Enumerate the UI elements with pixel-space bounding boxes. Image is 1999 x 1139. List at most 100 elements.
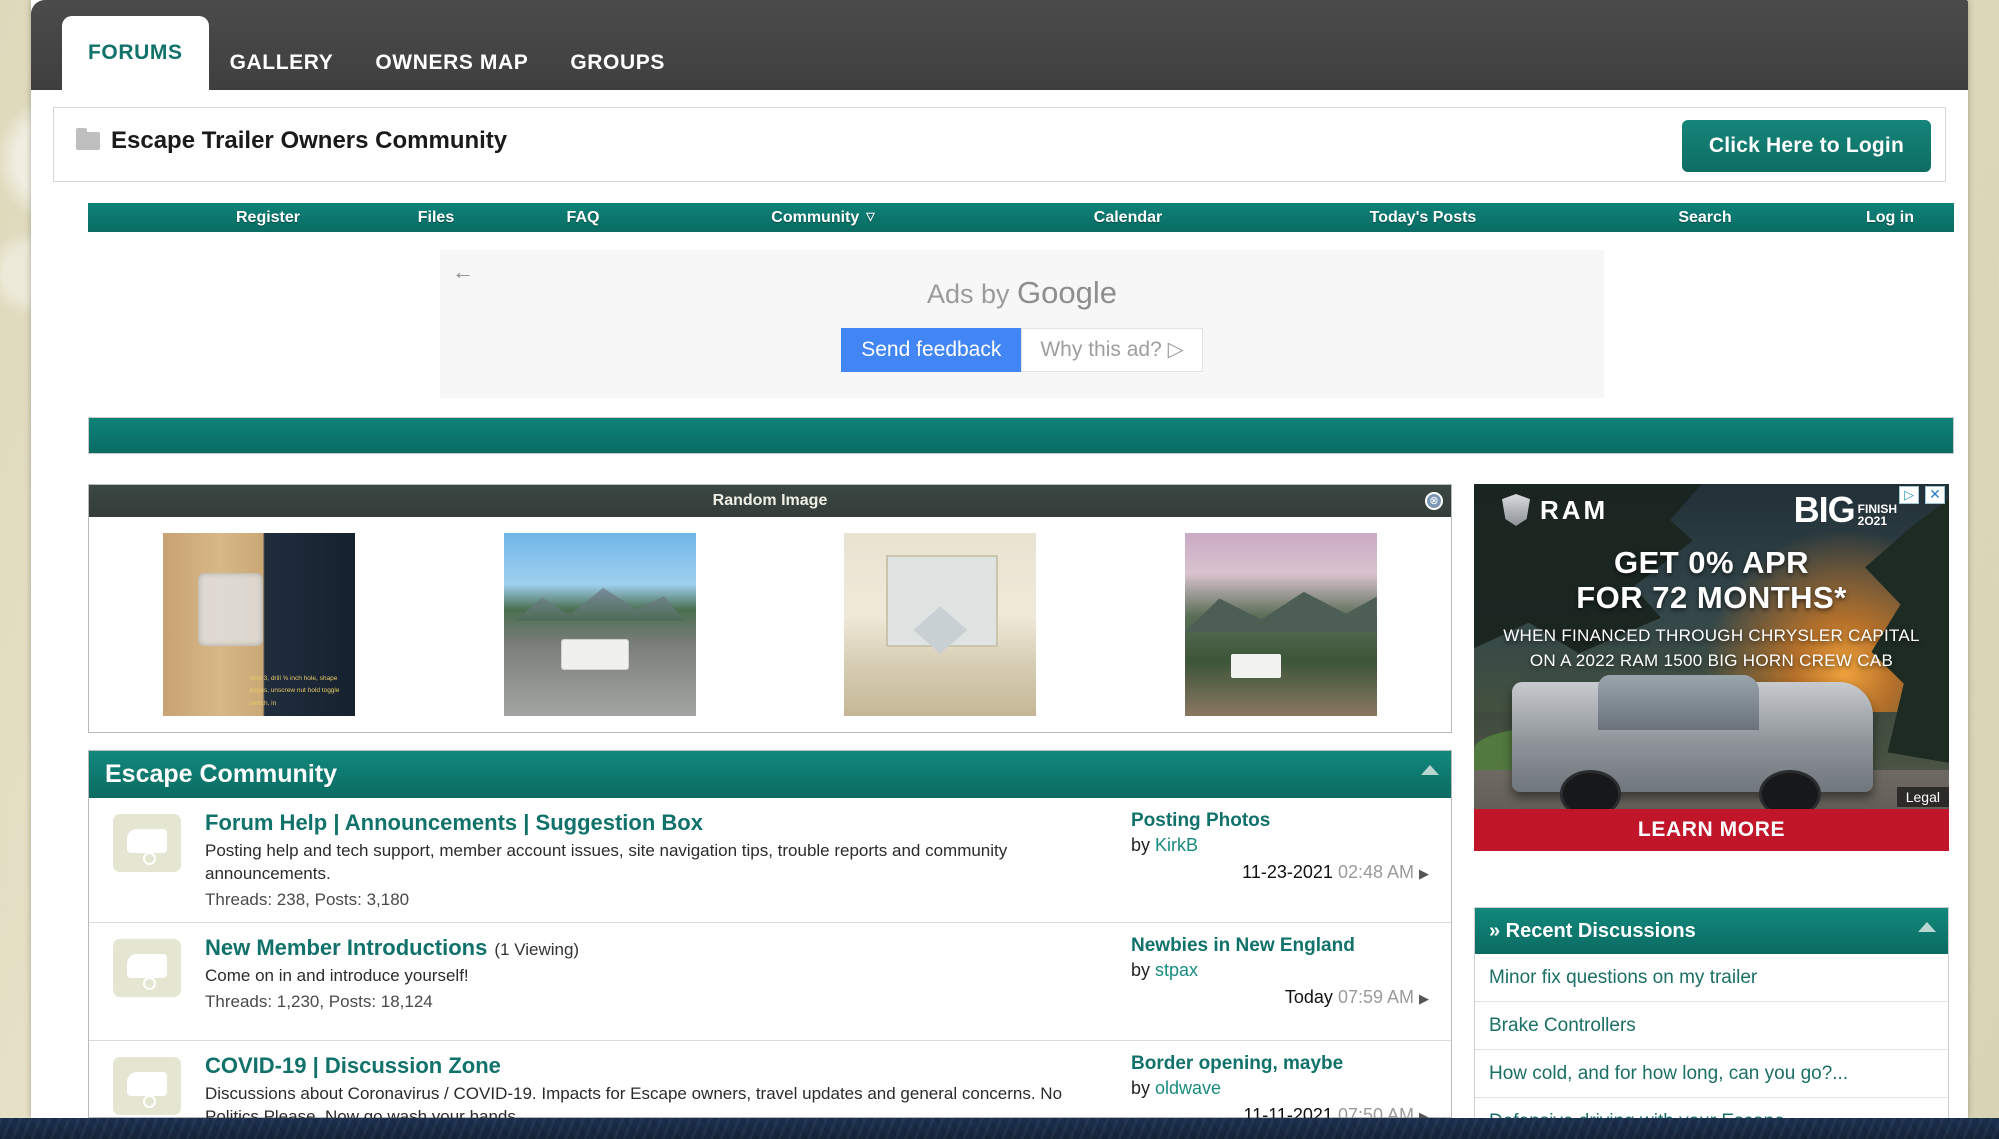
tab-gallery[interactable]: GALLERY bbox=[209, 35, 355, 90]
forum-page: FORUMS GALLERY OWNERS MAP GROUPS Escape … bbox=[31, 0, 1968, 1139]
nav-community[interactable]: Community ▽ bbox=[738, 209, 908, 227]
site-header-card: Escape Trailer Owners Community Click He… bbox=[53, 107, 1946, 182]
main-navbar: Register Files FAQ Community ▽ Calendar T… bbox=[88, 203, 1954, 232]
top-navigation: FORUMS GALLERY OWNERS MAP GROUPS bbox=[62, 16, 686, 90]
adchoices-icon[interactable]: ▷ bbox=[1899, 486, 1919, 504]
trailer-mountain-roadside-photo[interactable] bbox=[503, 533, 696, 716]
forum-title-link[interactable]: Forum Help | Announcements | Suggestion … bbox=[205, 810, 703, 835]
table-row[interactable]: Forum Help | Announcements | Suggestion … bbox=[89, 798, 1451, 923]
last-post-cell: Posting Photos by KirkB 11-23-2021 02:48… bbox=[1131, 810, 1451, 910]
tab-owners-map[interactable]: OWNERS MAP bbox=[354, 35, 549, 90]
year-text: 2O21 bbox=[1857, 514, 1888, 529]
tab-groups[interactable]: GROUPS bbox=[549, 35, 686, 90]
random-image-module: Random Image ⊗ step 3, drill ⅝ inch hole… bbox=[88, 484, 1452, 733]
forum-icon-wrap bbox=[89, 935, 205, 1028]
tab-forums[interactable]: FORUMS bbox=[62, 16, 209, 90]
last-post-title-link[interactable]: Posting Photos bbox=[1131, 810, 1429, 832]
nav-log-in[interactable]: Log in bbox=[1830, 209, 1950, 227]
top-tab-bar: FORUMS GALLERY OWNERS MAP GROUPS bbox=[31, 0, 1968, 90]
recent-discussions-title: » Recent Discussions bbox=[1489, 919, 1696, 942]
last-post-author-line: by KirkB bbox=[1131, 835, 1429, 856]
forum-stats: Threads: 1,230, Posts: 18,124 bbox=[205, 991, 433, 1011]
nav-community-label: Community bbox=[771, 208, 860, 226]
table-row[interactable]: New Member Introductions (1 Viewing) Come… bbox=[89, 923, 1451, 1041]
nav-files[interactable]: Files bbox=[386, 209, 486, 227]
ram-shield-icon bbox=[1502, 494, 1530, 526]
why-this-ad-button[interactable]: Why this ad? ▷ bbox=[1021, 328, 1203, 372]
last-post-author-link[interactable]: stpax bbox=[1155, 960, 1198, 980]
thumb-cell[interactable] bbox=[1111, 533, 1452, 716]
teal-banner-strip bbox=[88, 417, 1954, 454]
thumb-cell[interactable]: step 3, drill ⅝ inch hole, shape edges, … bbox=[89, 533, 430, 716]
last-post-time-value: 07:59 AM bbox=[1337, 986, 1414, 1007]
nav-register[interactable]: Register bbox=[198, 209, 338, 227]
by-label: by bbox=[1131, 959, 1156, 980]
random-image-header: Random Image ⊗ bbox=[89, 485, 1451, 517]
go-to-last-post-icon[interactable]: ▶ bbox=[1419, 991, 1429, 1006]
recent-discussions-module: » Recent Discussions Minor fix questions… bbox=[1474, 907, 1949, 1139]
last-post-cell: Newbies in New England by stpax Today 07… bbox=[1131, 935, 1451, 1028]
forum-stats: Threads: 238, Posts: 3,180 bbox=[205, 889, 410, 909]
forum-description: Posting help and tech support, member ac… bbox=[205, 841, 1008, 883]
trailer-icon bbox=[113, 814, 181, 872]
bottom-texture-strip bbox=[0, 1118, 1999, 1139]
close-icon[interactable]: ✕ bbox=[1925, 486, 1945, 504]
last-post-date: 11-23-2021 02:48 AM ▶ bbox=[1131, 862, 1429, 883]
big-text: BIG bbox=[1793, 489, 1856, 530]
thumb-cell[interactable] bbox=[770, 533, 1111, 716]
collapse-triangle-icon[interactable] bbox=[1421, 765, 1439, 775]
last-post-author-link[interactable]: oldwave bbox=[1155, 1078, 1221, 1098]
learn-more-button[interactable]: LEARN MORE bbox=[1474, 809, 1949, 851]
trailer-icon bbox=[113, 938, 181, 997]
last-post-title-link[interactable]: Newbies in New England bbox=[1131, 935, 1429, 957]
ram-logo: RAM bbox=[1502, 494, 1608, 526]
thumb-caption: step 3, drill ⅝ inch hole, shape edges, … bbox=[249, 674, 340, 707]
thumb-cell[interactable] bbox=[430, 533, 771, 716]
ad-legal-label[interactable]: Legal bbox=[1896, 787, 1949, 807]
random-image-thumbs: step 3, drill ⅝ inch hole, shape edges, … bbox=[89, 517, 1451, 732]
forum-title-link[interactable]: New Member Introductions bbox=[205, 935, 487, 960]
folder-icon bbox=[76, 128, 100, 150]
go-to-last-post-icon[interactable]: ▶ bbox=[1419, 866, 1429, 881]
forum-title-link[interactable]: COVID-19 | Discussion Zone bbox=[205, 1053, 501, 1078]
click-here-to-login-button[interactable]: Click Here to Login bbox=[1681, 120, 1931, 172]
google-ads-panel: ← Ads by Google Send feedback Why this a… bbox=[440, 250, 1604, 398]
last-post-author-link[interactable]: KirkB bbox=[1155, 835, 1198, 855]
nav-todays-posts[interactable]: Today's Posts bbox=[1333, 209, 1513, 227]
nav-calendar[interactable]: Calendar bbox=[1058, 209, 1198, 227]
door-latch-install-photo[interactable]: step 3, drill ⅝ inch hole, shape edges, … bbox=[163, 533, 356, 716]
last-post-date: Today 07:59 AM ▶ bbox=[1131, 987, 1429, 1008]
trailer-interior-shower-photo[interactable] bbox=[844, 533, 1037, 716]
send-feedback-button[interactable]: Send feedback bbox=[841, 328, 1022, 372]
collapse-icon[interactable]: ⊗ bbox=[1425, 492, 1443, 510]
forum-main: Forum Help | Announcements | Suggestion … bbox=[205, 810, 1131, 910]
last-post-date-value: 11-23-2021 bbox=[1242, 862, 1333, 882]
forum-icon-wrap bbox=[89, 810, 205, 910]
forum-main: New Member Introductions (1 Viewing) Come… bbox=[205, 935, 1131, 1028]
collapse-triangle-icon[interactable] bbox=[1918, 922, 1936, 932]
ads-actions: Send feedback Why this ad? ▷ bbox=[440, 328, 1604, 372]
nav-search[interactable]: Search bbox=[1640, 209, 1770, 227]
recent-discussions-header: » Recent Discussions bbox=[1475, 908, 1948, 954]
last-post-title-link[interactable]: Border opening, maybe bbox=[1131, 1053, 1429, 1075]
nav-faq[interactable]: FAQ bbox=[538, 209, 628, 227]
random-image-title: Random Image bbox=[712, 492, 828, 509]
list-item[interactable]: Minor fix questions on my trailer bbox=[1475, 954, 1948, 1002]
big-finish-badge: BIG FINISH 2O21 bbox=[1794, 492, 1897, 528]
last-post-author-line: by stpax bbox=[1131, 960, 1429, 981]
ads-by-google-label: Ads by Google bbox=[440, 275, 1604, 311]
list-item[interactable]: Brake Controllers bbox=[1475, 1002, 1948, 1050]
forum-viewing-count: (1 Viewing) bbox=[494, 939, 580, 959]
ad-headline: GET 0% APR FOR 72 MONTHS* bbox=[1474, 545, 1949, 615]
ad-truck-cab bbox=[1597, 674, 1759, 730]
right-sidebar: RAM BIG FINISH 2O21 ▷ ✕ GET 0% APR FOR 7… bbox=[1474, 484, 1949, 1139]
ad-subtext: WHEN FINANCED THROUGH CHRYSLER CAPITAL O… bbox=[1474, 624, 1949, 673]
ram-banner-ad[interactable]: RAM BIG FINISH 2O21 ▷ ✕ GET 0% APR FOR 7… bbox=[1474, 484, 1949, 851]
ram-wordmark: RAM bbox=[1540, 494, 1609, 525]
trailer-icon bbox=[113, 1056, 181, 1115]
campsite-sunset-mountain-photo[interactable] bbox=[1184, 533, 1377, 716]
forum-description: Come on in and introduce yourself! bbox=[205, 965, 469, 985]
chevron-down-icon: ▽ bbox=[866, 210, 875, 223]
list-item[interactable]: How cold, and for how long, can you go?.… bbox=[1475, 1050, 1948, 1098]
ads-by-text: Ads by bbox=[926, 279, 1018, 309]
